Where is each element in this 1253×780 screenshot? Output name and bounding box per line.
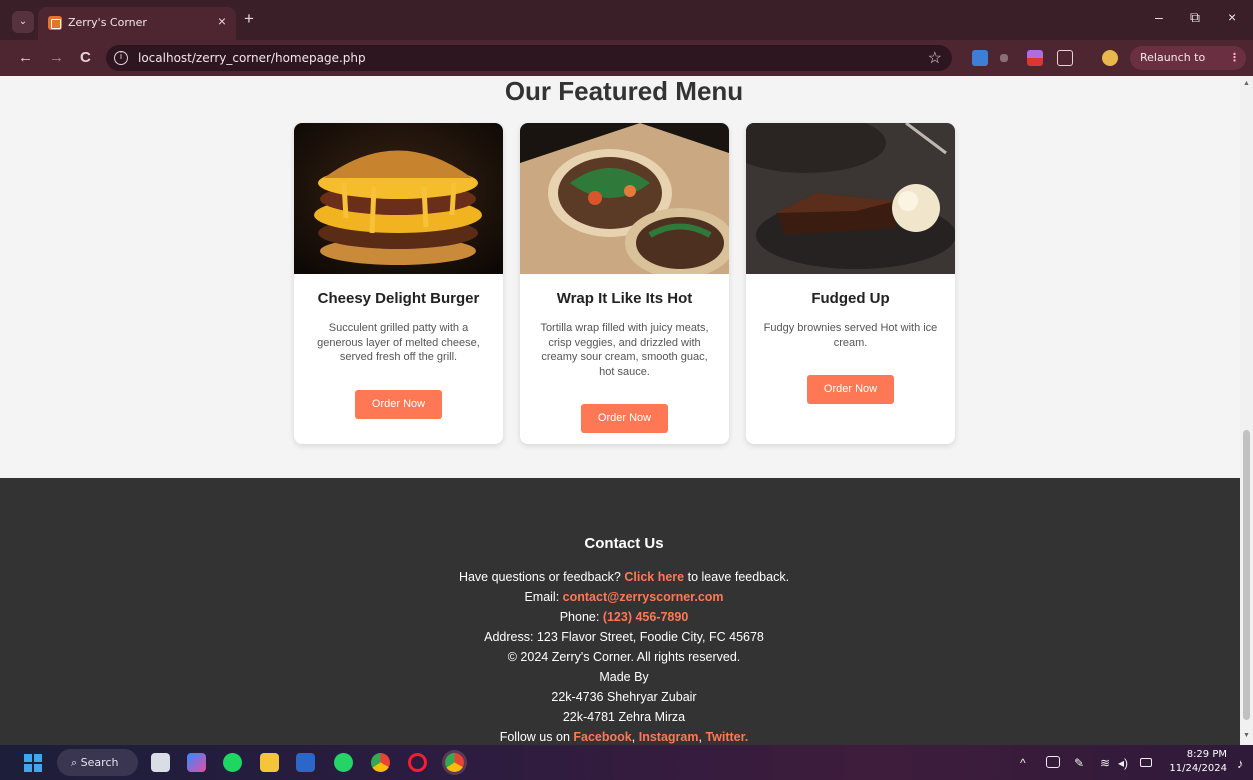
browser-tab[interactable]: Zerry's Corner × (38, 7, 236, 40)
volume-icon[interactable]: ◂) (1118, 756, 1128, 770)
scroll-up-arrow-icon[interactable]: ▲ (1243, 80, 1250, 87)
taskbar-clock[interactable]: 8:29 PM 11/24/2024 (1167, 748, 1227, 776)
feedback-line: Have questions or feedback? Click here t… (0, 570, 1240, 584)
browser-toolbar: ← → C i localhost/zerry_corner/homepage.… (0, 40, 1253, 88)
facebook-link[interactable]: Facebook (573, 730, 631, 744)
menu-card-burger: Cheesy Delight Burger Succulent grilled … (294, 123, 503, 444)
tab-title: Zerry's Corner (68, 16, 147, 29)
clock-time: 8:29 PM (1186, 749, 1227, 760)
card-title: Cheesy Delight Burger (317, 290, 480, 307)
bookmark-star-icon[interactable]: ☆ (928, 48, 942, 68)
instagram-link[interactable]: Instagram (639, 730, 699, 744)
order-now-button[interactable]: Order Now (581, 404, 668, 434)
phone-link[interactable]: (123) 456-7890 (603, 610, 688, 624)
file-explorer-icon[interactable] (260, 753, 279, 772)
author-line: 22k-4736 Shehryar Zubair (551, 690, 697, 704)
spotify-icon[interactable] (223, 753, 242, 772)
scroll-down-arrow-icon[interactable]: ▼ (1243, 732, 1250, 739)
chrome-icon[interactable] (371, 753, 390, 772)
url-text[interactable]: localhost/zerry_corner/homepage.php (138, 51, 366, 65)
word-icon[interactable] (296, 753, 315, 772)
reload-button[interactable]: C (80, 49, 91, 66)
tray-app-icon[interactable] (1046, 756, 1060, 768)
card-title: Fudged Up (811, 290, 890, 307)
close-window-button[interactable]: × (1228, 9, 1236, 25)
tab-search-button[interactable]: ⌄ (12, 11, 34, 33)
order-now-button[interactable]: Order Now (355, 389, 442, 419)
opera-icon[interactable] (408, 753, 427, 772)
task-view-icon[interactable] (151, 753, 170, 772)
address-line: Address: 123 Flavor Street, Foodie City,… (484, 630, 764, 644)
extension-icon[interactable] (1000, 54, 1008, 62)
email-label: Email: (524, 590, 560, 604)
taskbar-search[interactable]: ⌕ Search (57, 749, 138, 776)
show-hidden-icons-icon[interactable]: ^ (1020, 756, 1026, 770)
battery-icon[interactable] (1140, 758, 1152, 767)
author-line: 22k-4781 Zehra Mirza (562, 710, 686, 724)
brownie-image (746, 123, 955, 274)
minimize-button[interactable]: – (1155, 9, 1163, 25)
email-link[interactable]: contact@zerryscorner.com (563, 590, 724, 604)
wrap-image (520, 123, 729, 274)
windows-start-icon[interactable] (24, 754, 42, 772)
restore-button[interactable]: ⧉ (1190, 9, 1200, 26)
follow-line: Follow us on Facebook, Instagram, Twitte… (0, 730, 1240, 744)
relaunch-to-update-button[interactable]: Relaunch to update ⋮ (1130, 46, 1246, 88)
profile-avatar[interactable] (1102, 50, 1118, 66)
back-button[interactable]: ← (18, 49, 33, 66)
copilot-icon[interactable] (187, 753, 206, 772)
taskbar-search-label: Search (80, 756, 119, 769)
forward-button[interactable]: → (49, 49, 64, 66)
wifi-icon[interactable]: ≋ (1100, 756, 1110, 770)
featured-menu-title: Our Featured Menu (504, 76, 744, 106)
chrome-active-icon[interactable] (445, 753, 464, 772)
extensions-puzzle-icon[interactable] (1057, 50, 1073, 66)
site-info-icon[interactable]: i (114, 51, 128, 65)
menu-dots-icon[interactable]: ⋮ (1229, 46, 1240, 70)
windows-taskbar: ⌕ Search ^ ✎ ≋ ◂) 8:29 PM 11/24/2024 ♪ (0, 745, 1253, 780)
copyright-line: © 2024 Zerry's Corner. All rights reserv… (507, 650, 741, 664)
card-description: Fudgy brownies served Hot with ice cream… (763, 322, 938, 349)
whatsapp-icon[interactable] (334, 753, 353, 772)
made-by-line: Made By (599, 670, 649, 684)
card-description: Tortilla wrap filled with juicy meats, c… (540, 322, 709, 378)
card-title: Wrap It Like Its Hot (556, 290, 693, 307)
separator: , (698, 730, 702, 744)
email-line: Email: contact@zerryscorner.com (0, 590, 1240, 604)
phone-label: Phone: (559, 610, 600, 624)
pen-icon[interactable]: ✎ (1074, 756, 1084, 770)
phone-line: Phone: (123) 456-7890 (0, 610, 1240, 624)
notification-bell-icon[interactable]: ♪ (1237, 756, 1244, 771)
card-description: Succulent grilled patty with a generous … (317, 322, 480, 364)
page-viewport: Our Featured Menu Cheesy Delight Burger … (0, 76, 1240, 745)
feedback-text-end: to leave feedback. (687, 570, 790, 584)
order-now-button[interactable]: Order Now (807, 375, 894, 405)
burger-image (294, 123, 503, 274)
tab-close-icon[interactable]: × (218, 13, 226, 29)
contact-us-heading: Contact Us (584, 535, 664, 552)
footer: Contact Us Have questions or feedback? C… (0, 478, 1240, 745)
address-bar[interactable]: i localhost/zerry_corner/homepage.php ☆ (106, 45, 952, 71)
page-scrollbar[interactable]: ▲ ▼ (1240, 76, 1253, 745)
xampp-favicon-icon (48, 16, 62, 30)
feedback-text: Have questions or feedback? (458, 570, 621, 584)
separator: . (744, 730, 749, 744)
twitter-link[interactable]: Twitter (705, 730, 744, 744)
menu-card-brownie: Fudged Up Fudgy brownies served Hot with… (746, 123, 955, 444)
scroll-thumb[interactable] (1243, 430, 1250, 720)
clock-date: 11/24/2024 (1169, 763, 1227, 774)
menu-card-wrap: Wrap It Like Its Hot Tortilla wrap fille… (520, 123, 729, 444)
follow-label: Follow us on (499, 730, 570, 744)
new-tab-button[interactable]: + (244, 9, 254, 29)
extension-icon[interactable] (972, 50, 988, 66)
new-badge-extension-icon[interactable] (1027, 50, 1043, 66)
feedback-link[interactable]: Click here (624, 570, 684, 584)
separator: , (631, 730, 636, 744)
browser-tab-bar: ⌄ Zerry's Corner × + – ⧉ × (0, 0, 1253, 40)
